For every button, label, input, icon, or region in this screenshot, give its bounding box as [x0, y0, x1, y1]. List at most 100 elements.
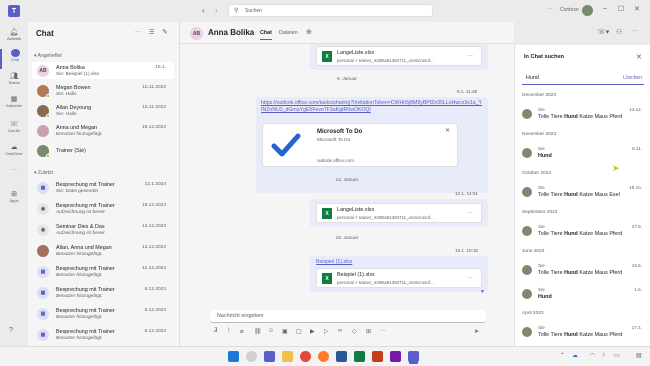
word-icon[interactable]	[336, 351, 347, 362]
chat-item-recent[interactable]: ▦ Besprechung mit Trainer Benutzer hinzu…	[32, 284, 174, 301]
forward-arrow-icon[interactable]: ›	[215, 6, 218, 15]
send-icon[interactable]: ➤	[474, 328, 479, 335]
sticker-icon[interactable]: ▢	[296, 328, 302, 335]
search-result[interactable]: Sie 19.10. Tolle Tiere Hund Katze Maus E…	[515, 183, 650, 205]
volume-icon[interactable]: ♪	[602, 352, 605, 358]
priority-icon[interactable]: !	[228, 328, 230, 334]
file-card[interactable]: X LangeListe.xlsx personal > trainer_m36…	[316, 46, 482, 66]
more-options-icon[interactable]: ···	[135, 29, 141, 35]
rail-label: Apps	[9, 198, 19, 203]
chat-item-pinned[interactable]: Trainer (Sie)	[32, 142, 174, 159]
search-result[interactable]: Sie 16.6. Tolle Tiere Hund Katze Maus Pf…	[515, 261, 650, 283]
chat-item-pinned[interactable]: AB Anna Bolika Sie: Beispiel (1).xlsx 15…	[32, 62, 174, 79]
section-pinned-header[interactable]: ▾ Angeheftet	[34, 53, 62, 59]
teams-icon[interactable]	[264, 351, 275, 362]
result-text: Tolle Tiere Hund Katze Maus Esel	[538, 192, 620, 198]
schedule-icon[interactable]: ▷	[324, 328, 329, 335]
chat-item-recent[interactable]: Allan, Anna und Megan Benutzer hinzugefü…	[32, 242, 174, 259]
rail-item-apps[interactable]: ⊞ Apps	[0, 190, 28, 210]
tray-chevron-icon[interactable]: ⌃	[560, 352, 565, 359]
format-icon[interactable]: Ꮨ	[214, 328, 217, 335]
battery-icon[interactable]: ▭	[614, 352, 620, 359]
apps-icon[interactable]: ⊞	[366, 328, 371, 335]
attach-icon[interactable]: ⌀	[240, 328, 244, 335]
clear-search-link[interactable]: Löschen	[623, 75, 642, 81]
chat-item-pinned[interactable]: Anna und Megan Benutzer hinzugefügt. 18.…	[32, 122, 174, 139]
search-input[interactable]: Hund Löschen	[522, 73, 644, 85]
user-avatar[interactable]	[582, 5, 593, 16]
new-chat-icon[interactable]: ✎	[162, 28, 168, 36]
chat-item-pinned[interactable]: Allan Deyoung Sie: Hallo 15.11.2022	[32, 102, 174, 119]
file-card[interactable]: X LangeListe.xlsx personal > trainer_m36…	[316, 203, 482, 223]
more-options-icon[interactable]: ···	[467, 53, 473, 59]
excel-icon[interactable]	[354, 351, 365, 362]
more-options-icon[interactable]: ···	[467, 210, 473, 216]
result-date: 19.10.	[629, 185, 642, 190]
more-options-icon[interactable]: ···	[380, 328, 386, 334]
global-search-box[interactable]: ⚲ Suchen	[228, 4, 433, 17]
explorer-icon[interactable]	[282, 351, 293, 362]
teams-active-icon[interactable]	[408, 351, 419, 362]
rail-item-calls[interactable]: ☏ Anrufe	[0, 120, 28, 140]
section-recent-header[interactable]: ▾ Zuletzt	[34, 170, 53, 176]
rail-item-calendar[interactable]: ▦ Kalender	[0, 95, 28, 115]
file-path: personal > trainer_m365x81384711_onmicro…	[337, 58, 434, 63]
firefox-icon[interactable]	[318, 351, 329, 362]
back-arrow-icon[interactable]: ‹	[202, 6, 205, 15]
meet-icon[interactable]: ▶	[310, 328, 315, 335]
search-result[interactable]: Sie 17.4. Tolle Tiere Hund Katze Maus Pf…	[515, 323, 650, 345]
message-link[interactable]: https://outlook.office.com/tasks/sharing…	[261, 100, 483, 114]
tab-files[interactable]: Dateien	[279, 30, 298, 36]
link-preview-card[interactable]: Microsoft To Do Microsoft To Do outlook.…	[262, 123, 458, 167]
rail-item-activity[interactable]: 🔔︎ Aktivität	[0, 28, 28, 48]
start-icon[interactable]	[228, 351, 239, 362]
call-icon[interactable]: ☏▾	[597, 28, 609, 36]
chat-item-pinned[interactable]: Megan Bowen Sie: Hallo 15.11.2022	[32, 82, 174, 99]
powerpoint-icon[interactable]	[372, 351, 383, 362]
rail-item-teams[interactable]: 👥︎ Teams	[0, 72, 28, 92]
chat-item-recent[interactable]: ▦ Besprechung mit Trainer Benutzer hinzu…	[32, 263, 174, 280]
filter-icon[interactable]: ☰	[149, 29, 154, 36]
rail-item-onedrive[interactable]: ☁ OneDrive	[0, 143, 28, 163]
chat-item-recent[interactable]: ▦ Besprechung mit Trainer Benutzer hinzu…	[32, 305, 174, 322]
chat-item-recent[interactable]: ▦ Besprechung mit Trainer Sie: Datei ges…	[32, 179, 174, 196]
search-result[interactable]: Sie 27.9. Tolle Tiere Hund Katze Maus Pf…	[515, 222, 650, 244]
close-icon[interactable]: ✕	[445, 127, 450, 134]
chat-item-recent[interactable]: ◉ Besprechung mit Trainer Aufzeichnung i…	[32, 200, 174, 217]
close-icon[interactable]: ✕	[636, 53, 642, 61]
notification-icon[interactable]: ▤	[636, 352, 642, 359]
search-result[interactable]: Sie 1.6. Hund	[515, 285, 650, 307]
emoji-icon[interactable]: ☺	[268, 328, 274, 334]
scroll-down-icon[interactable]: ▼	[480, 289, 485, 295]
chrome-icon[interactable]	[300, 351, 311, 362]
gif-icon[interactable]: ▣	[282, 328, 288, 335]
maximize-icon[interactable]: ☐	[618, 5, 624, 13]
more-options-icon[interactable]: ···	[467, 275, 473, 281]
search-result[interactable]: Sie 6.11. Hund	[515, 144, 650, 166]
people-icon[interactable]: ⚇	[616, 28, 622, 36]
tab-chat[interactable]: Chat	[260, 30, 272, 40]
avatar	[522, 327, 532, 337]
chat-item-recent[interactable]: ▦ Besprechung mit Trainer Benutzer hinzu…	[32, 326, 174, 343]
more-options-icon[interactable]: ···	[632, 28, 638, 34]
search-icon[interactable]	[246, 351, 257, 362]
more-options-icon[interactable]: ···	[547, 6, 553, 12]
wifi-icon[interactable]: ◠	[590, 352, 595, 359]
onedrive-tray-icon[interactable]: ☁	[572, 352, 578, 359]
rail-item-chat[interactable]: Chat	[0, 49, 28, 69]
message-link[interactable]: Beispiel (1).xlsx	[316, 259, 352, 265]
file-card[interactable]: X Beispiel (1).xlsx personal > trainer_m…	[316, 268, 482, 288]
close-window-icon[interactable]: ✕	[634, 5, 640, 13]
link-icon[interactable]: ⛓︎	[254, 328, 262, 335]
minimize-icon[interactable]: –	[603, 5, 607, 12]
compose-box[interactable]: Nachricht eingeben	[210, 310, 486, 323]
chat-item-recent[interactable]: ◉ Seminar Dies & Das Aufzeichnung ist be…	[32, 221, 174, 238]
help-icon[interactable]: ?	[9, 327, 13, 334]
loop-icon[interactable]: ∞	[338, 328, 342, 334]
onenote-icon[interactable]	[390, 351, 401, 362]
add-tab-icon[interactable]: ⊕	[306, 28, 312, 36]
praise-icon[interactable]: ◇	[352, 328, 357, 335]
search-result[interactable]: Sie 14.12. Tolle Tiere Hund Katze Maus P…	[515, 105, 650, 127]
rail-item-more[interactable]: ···	[0, 167, 28, 173]
result-author: Sie	[538, 107, 545, 112]
